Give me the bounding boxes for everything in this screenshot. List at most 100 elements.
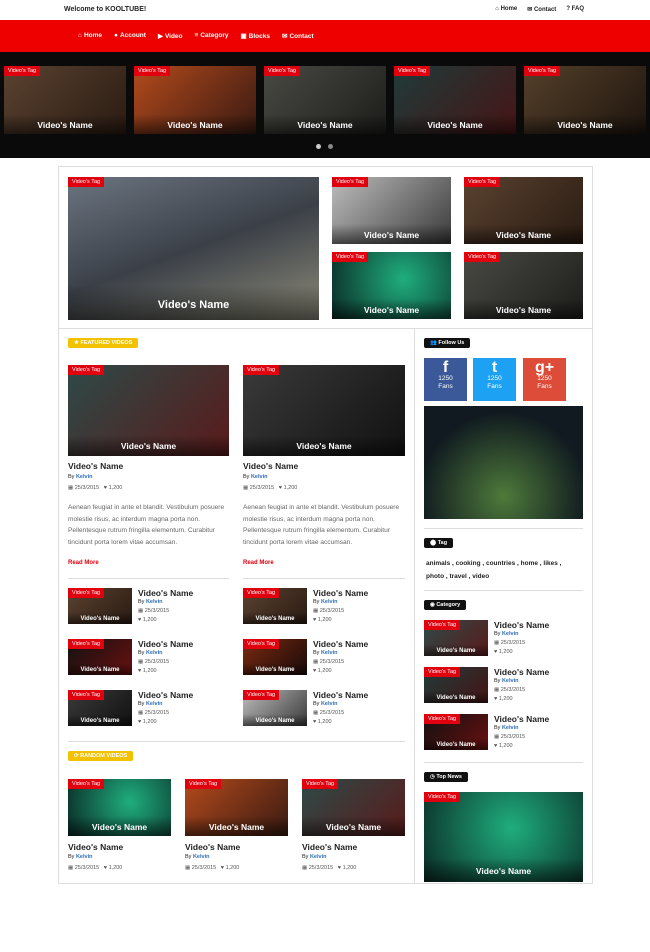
video-name[interactable]: Video's Name: [332, 299, 451, 319]
video-tag[interactable]: Video's Tag: [243, 365, 280, 375]
video-tag[interactable]: Video's Tag: [243, 690, 280, 700]
nav-account[interactable]: ● Account: [114, 32, 146, 40]
post-title[interactable]: Video's Name: [494, 620, 549, 630]
video-name[interactable]: Video's Name: [185, 816, 288, 836]
featured-video[interactable]: Video's Tag Video's Name: [68, 365, 229, 456]
author-link[interactable]: Kelvin: [193, 854, 210, 860]
video-tag[interactable]: Video's Tag: [243, 639, 280, 649]
grid-video[interactable]: Video's Tag Video's Name: [464, 252, 583, 319]
nav-blocks[interactable]: ▣ Blocks: [241, 32, 270, 40]
video-tag[interactable]: Video's Tag: [68, 779, 105, 789]
author-link[interactable]: Kelvin: [502, 631, 519, 637]
facebook-button[interactable]: f 1250 Fans: [424, 358, 467, 401]
video-tag[interactable]: Video's Tag: [424, 667, 461, 677]
video-name[interactable]: Video's Name: [464, 299, 583, 319]
video-name[interactable]: Video's Name: [243, 612, 307, 624]
video-name[interactable]: Video's Name: [394, 114, 516, 134]
post-title[interactable]: Video's Name: [185, 842, 240, 852]
post-title[interactable]: Video's Name: [313, 639, 368, 649]
post-title[interactable]: Video's Name: [243, 461, 298, 471]
googleplus-button[interactable]: g+ 1250 Fans: [523, 358, 566, 401]
slider-dot[interactable]: [328, 144, 333, 149]
grid-video[interactable]: Video's Tag Video's Name: [464, 177, 583, 244]
author-link[interactable]: Kelvin: [310, 854, 327, 860]
video-name[interactable]: Video's Name: [424, 691, 488, 703]
random-video[interactable]: Video's Tag Video's Name: [302, 779, 405, 836]
top-link-home[interactable]: ⌂ Home: [495, 6, 517, 13]
post-title[interactable]: Video's Name: [138, 588, 193, 598]
tag-cloud[interactable]: animals , cooking , countries , home , l…: [426, 557, 576, 583]
read-more-link[interactable]: Read More: [68, 560, 99, 566]
list-video[interactable]: Video's Tag Video's Name: [68, 690, 132, 726]
list-video[interactable]: Video's Tag Video's Name: [68, 588, 132, 624]
author-link[interactable]: Kelvin: [146, 650, 163, 656]
post-title[interactable]: Video's Name: [138, 690, 193, 700]
post-title[interactable]: Video's Name: [494, 714, 549, 724]
post-title[interactable]: Video's Name: [302, 842, 357, 852]
category-video[interactable]: Video's Tag Video's Name: [424, 620, 488, 656]
video-name[interactable]: Video's Name: [243, 714, 307, 726]
video-name[interactable]: Video's Name: [68, 714, 132, 726]
list-video[interactable]: Video's Tag Video's Name: [243, 639, 307, 675]
video-tag[interactable]: Video's Tag: [464, 177, 501, 187]
author-link[interactable]: Kelvin: [76, 854, 93, 860]
grid-video[interactable]: Video's Tag Video's Name: [332, 177, 451, 244]
top-news-video[interactable]: Video's Tag Video's Name: [424, 792, 583, 882]
author-link[interactable]: Kelvin: [321, 599, 338, 605]
author-link[interactable]: Kelvin: [321, 701, 338, 707]
author-link[interactable]: Kelvin: [502, 678, 519, 684]
video-name[interactable]: Video's Name: [243, 663, 307, 675]
main-video[interactable]: Video's Tag Video's Name: [68, 177, 319, 320]
author-link[interactable]: Kelvin: [321, 650, 338, 656]
featured-video[interactable]: Video's Tag Video's Name: [243, 365, 405, 456]
video-tag[interactable]: Video's Tag: [68, 588, 105, 598]
video-name[interactable]: Video's Name: [68, 612, 132, 624]
video-tag[interactable]: Video's Tag: [394, 66, 431, 76]
slider-item[interactable]: Video's Tag Video's Name: [4, 66, 126, 134]
video-name[interactable]: Video's Name: [243, 435, 405, 456]
author-link[interactable]: Kelvin: [502, 725, 519, 731]
slider-item[interactable]: Video's Tag Video's Name: [524, 66, 646, 134]
video-tag[interactable]: Video's Tag: [264, 66, 301, 76]
video-tag[interactable]: Video's Tag: [332, 177, 369, 187]
video-tag[interactable]: Video's Tag: [185, 779, 222, 789]
video-tag[interactable]: Video's Tag: [424, 792, 461, 802]
video-name[interactable]: Video's Name: [134, 114, 256, 134]
slider-dot[interactable]: [316, 144, 321, 149]
author-link[interactable]: Kelvin: [251, 474, 268, 480]
list-video[interactable]: Video's Tag Video's Name: [243, 588, 307, 624]
twitter-button[interactable]: t 1250 Fans: [473, 358, 516, 401]
category-video[interactable]: Video's Tag Video's Name: [424, 714, 488, 750]
grid-video[interactable]: Video's Tag Video's Name: [332, 252, 451, 319]
nav-home[interactable]: ⌂ Home: [78, 32, 102, 40]
top-link-contact[interactable]: ✉ Contact: [527, 6, 556, 13]
nav-category[interactable]: ≡ Category: [195, 32, 229, 40]
video-name[interactable]: Video's Name: [302, 816, 405, 836]
video-tag[interactable]: Video's Tag: [68, 177, 105, 187]
video-tag[interactable]: Video's Tag: [4, 66, 41, 76]
nav-contact[interactable]: ✉ Contact: [282, 32, 314, 40]
video-tag[interactable]: Video's Tag: [243, 588, 280, 598]
post-title[interactable]: Video's Name: [68, 461, 123, 471]
video-tag[interactable]: Video's Tag: [332, 252, 369, 262]
slider-item[interactable]: Video's Tag Video's Name: [394, 66, 516, 134]
video-tag[interactable]: Video's Tag: [302, 779, 339, 789]
sidebar-image[interactable]: [424, 406, 583, 519]
video-name[interactable]: Video's Name: [68, 816, 171, 836]
video-tag[interactable]: Video's Tag: [68, 690, 105, 700]
video-tag[interactable]: Video's Tag: [464, 252, 501, 262]
author-link[interactable]: Kelvin: [146, 599, 163, 605]
read-more-link[interactable]: Read More: [243, 560, 274, 566]
video-tag[interactable]: Video's Tag: [524, 66, 561, 76]
video-name[interactable]: Video's Name: [424, 858, 583, 882]
random-video[interactable]: Video's Tag Video's Name: [68, 779, 171, 836]
video-name[interactable]: Video's Name: [332, 224, 451, 244]
video-name[interactable]: Video's Name: [424, 644, 488, 656]
random-video[interactable]: Video's Tag Video's Name: [185, 779, 288, 836]
author-link[interactable]: Kelvin: [146, 701, 163, 707]
author-link[interactable]: Kelvin: [76, 474, 93, 480]
video-name[interactable]: Video's Name: [68, 285, 319, 320]
video-name[interactable]: Video's Name: [68, 435, 229, 456]
video-name[interactable]: Video's Name: [4, 114, 126, 134]
slider-item[interactable]: Video's Tag Video's Name: [264, 66, 386, 134]
